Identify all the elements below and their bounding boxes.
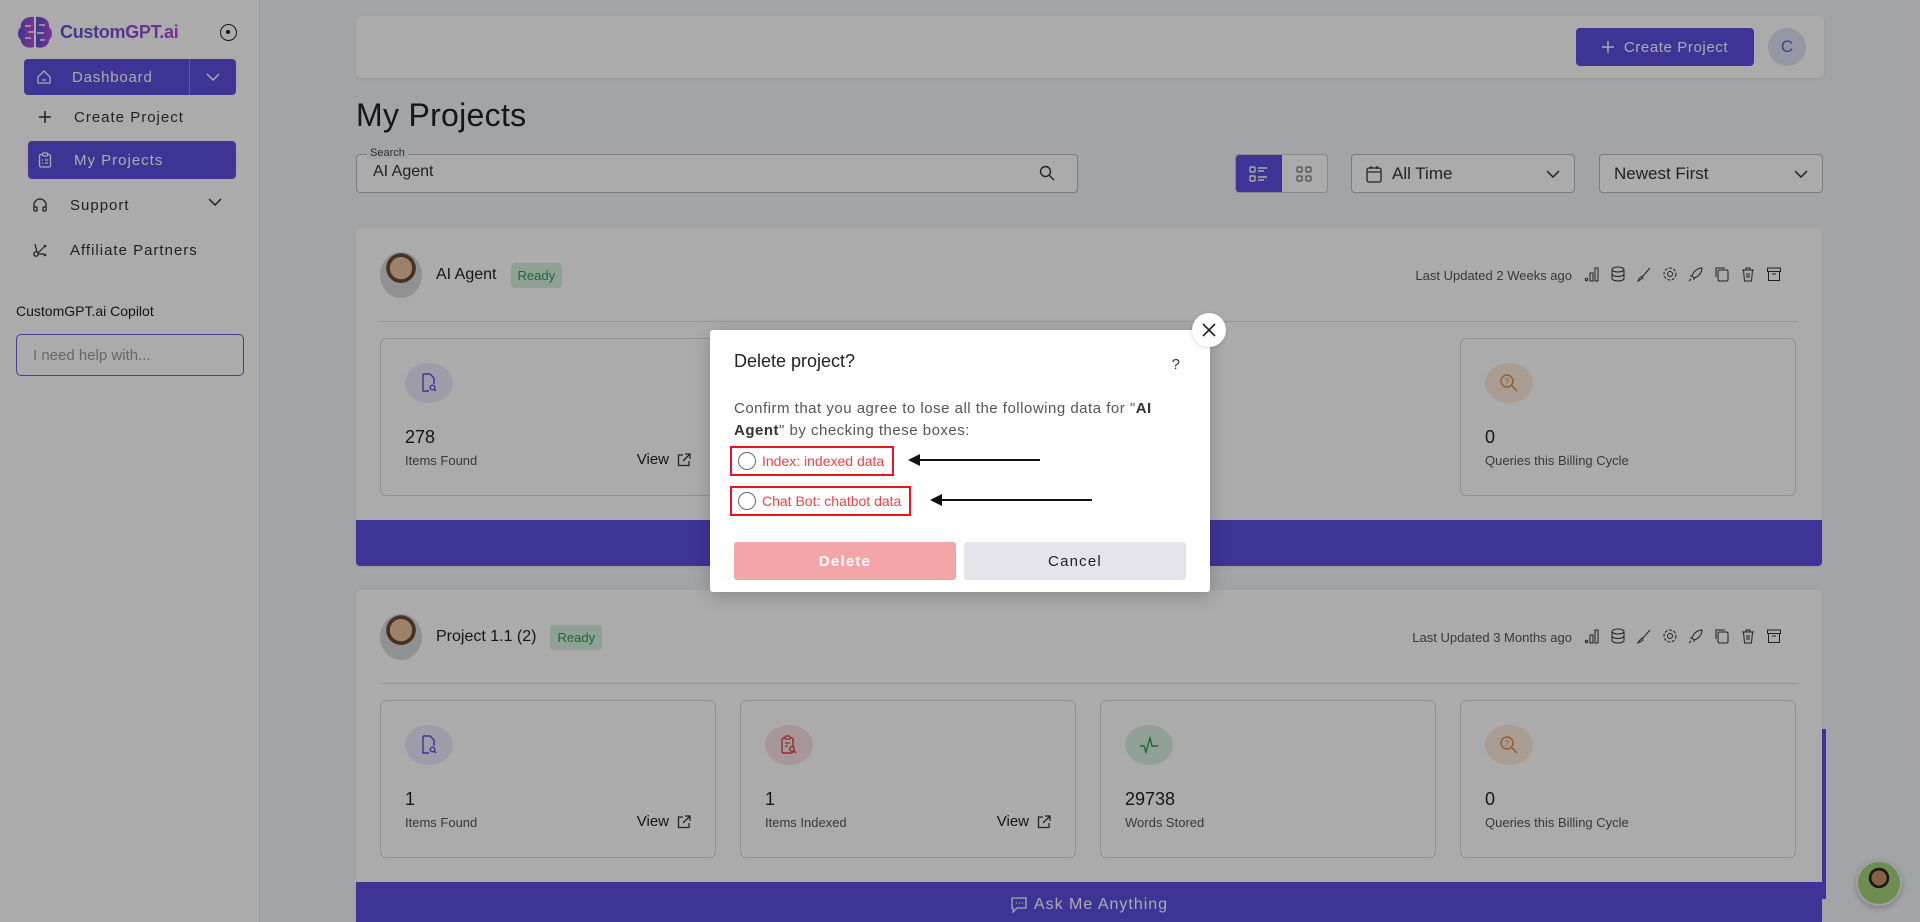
checkbox-index-data[interactable]: Index: indexed data [730, 446, 895, 476]
chatbot-data-checkbox[interactable] [738, 492, 756, 510]
checkbox-label: Chat Bot: chatbot data [762, 493, 902, 509]
help-icon[interactable]: ? [1172, 356, 1180, 373]
description-text: " by checking these boxes: [779, 422, 970, 439]
delete-project-modal: Delete project? ? Confirm that you agree… [710, 330, 1210, 592]
annotation-arrow [908, 454, 1040, 466]
annotation-arrow [930, 494, 1092, 506]
close-modal-button[interactable] [1192, 313, 1226, 347]
index-data-checkbox[interactable] [738, 452, 756, 470]
modal-title: Delete project? [734, 351, 856, 371]
modal-description: Confirm that you agree to lose all the f… [734, 398, 1186, 442]
checkbox-chatbot-data[interactable]: Chat Bot: chatbot data [730, 486, 912, 516]
delete-button[interactable]: Delete [734, 542, 956, 580]
description-text: Confirm that you agree to lose all the f… [734, 400, 1136, 417]
checkbox-label: Index: indexed data [762, 453, 885, 469]
close-icon [1202, 323, 1216, 337]
cancel-button[interactable]: Cancel [964, 542, 1186, 580]
